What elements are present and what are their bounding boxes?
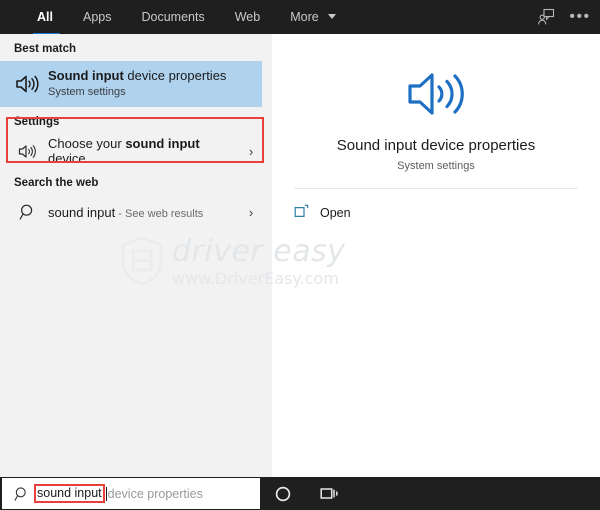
open-action-row[interactable]: Open	[294, 200, 351, 226]
search-icon	[8, 203, 48, 221]
settings-label-bold: sound input	[125, 136, 200, 151]
search-the-web-section-label: Search the web	[14, 177, 99, 189]
taskbar-search-box[interactable]: sound input device properties	[2, 478, 260, 509]
best-match-group: Sound input device properties System set…	[0, 61, 272, 163]
best-match-text: Sound input device properties System set…	[48, 68, 226, 100]
results-list-pane: Best match Sound input device properties…	[0, 34, 272, 477]
web-result-suffix: - See web results	[115, 207, 204, 220]
best-match-result-row[interactable]: Sound input device properties System set…	[0, 61, 262, 107]
speaker-small-icon	[8, 143, 48, 160]
settings-result-label: Choose your sound input device	[48, 136, 240, 166]
preview-pane: Sound input device properties System set…	[272, 34, 600, 477]
preview-header: Sound input device properties System set…	[280, 40, 592, 190]
cortana-circle-icon[interactable]	[260, 477, 306, 510]
search-filter-tabs: All Apps Documents Web More	[22, 0, 351, 37]
tab-all-label: All	[37, 10, 53, 24]
best-match-title-bold: Sound input	[48, 68, 124, 83]
preview-divider	[294, 188, 578, 189]
feedback-person-icon[interactable]	[536, 7, 556, 27]
chevron-right-icon-web[interactable]: ›	[240, 205, 262, 220]
tab-more-label: More	[290, 10, 319, 24]
tab-apps[interactable]: Apps	[68, 0, 127, 34]
search-input-autocomplete: device properties	[107, 486, 203, 501]
tab-web[interactable]: Web	[220, 0, 275, 34]
web-result-row[interactable]: sound input - See web results ›	[0, 195, 262, 229]
search-icon	[10, 486, 34, 502]
text-cursor	[105, 486, 107, 501]
best-match-section-label: Best match	[14, 43, 76, 55]
best-match-title: Sound input device properties	[48, 68, 226, 84]
tab-all[interactable]: All	[22, 0, 68, 37]
tab-documents-label: Documents	[141, 10, 205, 24]
search-results-area: Best match Sound input device properties…	[0, 34, 600, 477]
search-input-typed-value[interactable]: sound input	[34, 484, 105, 503]
header-actions: •••	[536, 0, 590, 34]
chevron-right-icon[interactable]: ›	[240, 144, 262, 159]
speaker-sound-icon-large	[405, 68, 467, 125]
tab-more[interactable]: More	[275, 0, 351, 34]
tab-documents[interactable]: Documents	[126, 0, 219, 34]
settings-label-post: device	[48, 151, 86, 166]
chevron-down-icon	[328, 14, 337, 20]
open-action-label: Open	[320, 206, 351, 220]
windows-search-panel: All Apps Documents Web More ••• Best mat…	[0, 0, 600, 510]
best-match-title-rest: device properties	[123, 68, 227, 83]
web-result-label: sound input - See web results	[48, 205, 240, 220]
search-header: All Apps Documents Web More •••	[0, 0, 600, 37]
taskbar: sound input device properties	[0, 477, 600, 510]
settings-result-row[interactable]: Choose your sound input device ›	[0, 134, 262, 168]
ellipsis-icon[interactable]: •••	[569, 7, 591, 27]
preview-card: Sound input device properties System set…	[280, 40, 592, 470]
tab-web-label: Web	[234, 10, 261, 24]
best-match-subtitle: System settings	[48, 86, 126, 98]
preview-subtitle: System settings	[397, 160, 475, 172]
speaker-sound-icon	[8, 73, 48, 95]
web-result-query: sound input	[48, 204, 116, 220]
task-view-icon[interactable]	[306, 477, 352, 510]
tab-apps-label: Apps	[82, 10, 112, 24]
preview-title: Sound input device properties	[336, 137, 536, 154]
settings-label-pre: Choose your	[48, 136, 126, 151]
ellipsis-glyph: •••	[569, 8, 591, 25]
settings-section-label: Settings	[14, 116, 60, 128]
open-external-icon	[294, 204, 310, 223]
